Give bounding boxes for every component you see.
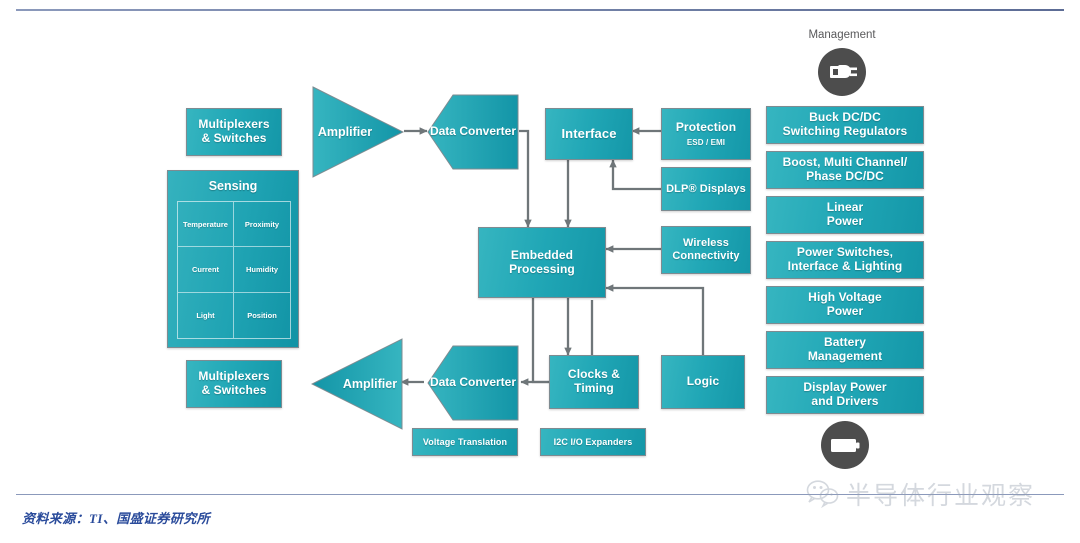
boost-line1: Boost, Multi Channel/: [782, 155, 908, 170]
mux-bottom-line1: Multiplexers: [198, 369, 270, 384]
embedded-line1: Embedded: [510, 247, 574, 262]
block-buck-dcdc[interactable]: Buck DC/DC Switching Regulators: [766, 106, 924, 144]
watermark: 半导体行业观察: [806, 476, 1035, 512]
boost-line2: Phase DC/DC: [806, 169, 884, 183]
block-multiplexers-switches-top[interactable]: Multiplexers & Switches: [186, 108, 282, 156]
dlp-label: DLP® Displays: [666, 182, 746, 195]
block-high-voltage-power[interactable]: High Voltage Power: [766, 286, 924, 324]
data-converter-top-line1: Data: [429, 124, 456, 139]
source-note: 资料来源：TI、国盛证券研究所: [22, 508, 210, 527]
sensing-grid: Temperature Proximity Current Humidity L…: [177, 201, 291, 339]
sensing-cell-light[interactable]: Light: [178, 292, 234, 338]
high-voltage-line1: High Voltage: [808, 290, 882, 305]
block-data-converter-bottom[interactable]: Data Converter: [427, 345, 519, 421]
logic-label: Logic: [686, 374, 720, 389]
voltage-translation-label: Voltage Translation: [422, 436, 508, 447]
panel-sensing[interactable]: Sensing Temperature Proximity Current Hu…: [167, 170, 299, 348]
amplifier-top-label: Amplifier: [317, 125, 373, 139]
battery-icon: [821, 421, 869, 469]
protection-title: Protection: [675, 120, 737, 135]
source-prefix: 资料来源：: [22, 511, 90, 526]
wechat-icon: [806, 480, 839, 509]
buck-dcdc-line1: Buck DC/DC: [809, 110, 881, 125]
battery-management-line1: Battery: [823, 335, 867, 350]
block-amplifier-bottom[interactable]: Amplifier: [311, 338, 403, 430]
source-suffix: 、国盛证券研究所: [102, 511, 211, 526]
block-battery-management[interactable]: Battery Management: [766, 331, 924, 369]
sensing-title: Sensing: [208, 179, 258, 193]
mux-bottom-line2: & Switches: [201, 383, 267, 397]
linear-power-line1: Linear: [826, 200, 864, 215]
plug-icon-glyph: [830, 65, 857, 78]
mux-top-line2: & Switches: [201, 131, 267, 145]
display-power-line2: and Drivers: [811, 394, 879, 408]
block-dlp-displays[interactable]: DLP® Displays: [661, 167, 751, 211]
display-power-line1: Display Power: [803, 380, 887, 395]
sensing-cell-temperature[interactable]: Temperature: [178, 202, 234, 248]
block-wireless-connectivity[interactable]: Wireless Connectivity: [661, 226, 751, 274]
sensing-cell-humidity[interactable]: Humidity: [234, 247, 290, 293]
top-divider-rule: [16, 9, 1064, 11]
source-company: TI: [89, 511, 103, 526]
block-clocks-timing[interactable]: Clocks & Timing: [549, 355, 639, 409]
block-protection[interactable]: Protection ESD / EMI: [661, 108, 751, 160]
block-i2c-io-expanders[interactable]: I2C I/O Expanders: [540, 428, 646, 456]
block-power-switches[interactable]: Power Switches, Interface & Lighting: [766, 241, 924, 279]
clocks-line1: Clocks &: [567, 367, 621, 382]
plug-icon: [818, 48, 866, 96]
interface-label: Interface: [561, 125, 617, 141]
block-display-power-drivers[interactable]: Display Power and Drivers: [766, 376, 924, 414]
power-switches-line2: Interface & Lighting: [787, 259, 903, 273]
wireless-line2: Connectivity: [672, 250, 740, 262]
data-converter-top-line2: Converter: [459, 124, 517, 139]
data-converter-bottom-line1: Data: [429, 375, 456, 390]
block-embedded-processing[interactable]: Embedded Processing: [478, 227, 606, 298]
wireless-line1: Wireless: [683, 237, 729, 250]
data-converter-bottom-line2: Converter: [459, 375, 517, 390]
sensing-cell-current[interactable]: Current: [178, 247, 234, 293]
block-interface[interactable]: Interface: [545, 108, 633, 160]
embedded-line2: Processing: [509, 261, 575, 276]
high-voltage-line2: Power: [826, 304, 864, 318]
management-label: Management: [808, 29, 876, 41]
clocks-line2: Timing: [574, 381, 614, 395]
protection-subtitle: ESD / EMI: [686, 137, 726, 147]
battery-icon-glyph: [831, 439, 860, 452]
block-logic[interactable]: Logic: [661, 355, 745, 409]
sensing-cell-proximity[interactable]: Proximity: [234, 202, 290, 248]
buck-dcdc-line2: Switching Regulators: [782, 124, 908, 138]
battery-management-line2: Management: [807, 349, 883, 363]
amplifier-bottom-label: Amplifier: [342, 377, 398, 391]
block-boost-multi-channel[interactable]: Boost, Multi Channel/ Phase DC/DC: [766, 151, 924, 189]
i2c-expanders-label: I2C I/O Expanders: [553, 436, 633, 447]
block-linear-power[interactable]: Linear Power: [766, 196, 924, 234]
linear-power-line2: Power: [826, 214, 864, 228]
mux-top-line1: Multiplexers: [198, 117, 270, 132]
watermark-text: 半导体行业观察: [846, 481, 1036, 510]
power-switches-line1: Power Switches,: [796, 245, 894, 260]
sensing-cell-position[interactable]: Position: [234, 293, 290, 338]
block-amplifier-top[interactable]: Amplifier: [312, 86, 404, 178]
block-multiplexers-switches-bottom[interactable]: Multiplexers & Switches: [186, 360, 282, 408]
diagram-canvas: Multiplexers & Switches Amplifier Data C…: [0, 0, 1080, 543]
block-data-converter-top[interactable]: Data Converter: [427, 94, 519, 170]
block-voltage-translation[interactable]: Voltage Translation: [412, 428, 518, 456]
